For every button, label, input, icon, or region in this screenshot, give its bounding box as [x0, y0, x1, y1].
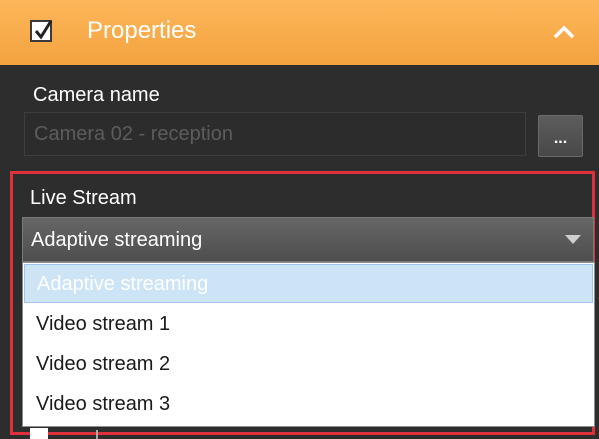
camera-name-label: Camera name — [33, 84, 160, 106]
properties-header[interactable]: Properties — [0, 0, 599, 65]
checkmark-icon — [34, 20, 53, 40]
properties-checkbox[interactable] — [30, 20, 53, 42]
option-video-stream-2[interactable]: Video stream 2 — [24, 345, 593, 384]
option-video-stream-3[interactable]: Video stream 3 — [24, 385, 593, 424]
live-stream-select[interactable]: Adaptive streaming — [22, 217, 594, 262]
dropdown-arrow-icon — [565, 235, 581, 244]
partial-checkbox — [30, 428, 48, 439]
live-stream-selected-value: Adaptive streaming — [31, 229, 203, 251]
partial-divider — [96, 430, 98, 439]
properties-title: Properties — [87, 17, 197, 44]
option-adaptive-streaming[interactable]: Adaptive streaming — [24, 264, 593, 303]
browse-button[interactable]: ... — [538, 115, 583, 157]
chevron-up-icon[interactable] — [553, 24, 575, 40]
option-video-stream-1[interactable]: Video stream 1 — [24, 305, 593, 344]
live-stream-dropdown-list: Adaptive streaming Video stream 1 Video … — [22, 262, 595, 427]
camera-name-field[interactable]: Camera 02 - reception — [24, 112, 526, 156]
properties-panel: Properties Camera name Camera 02 - recep… — [0, 0, 599, 439]
live-stream-label: Live Stream — [30, 187, 137, 209]
